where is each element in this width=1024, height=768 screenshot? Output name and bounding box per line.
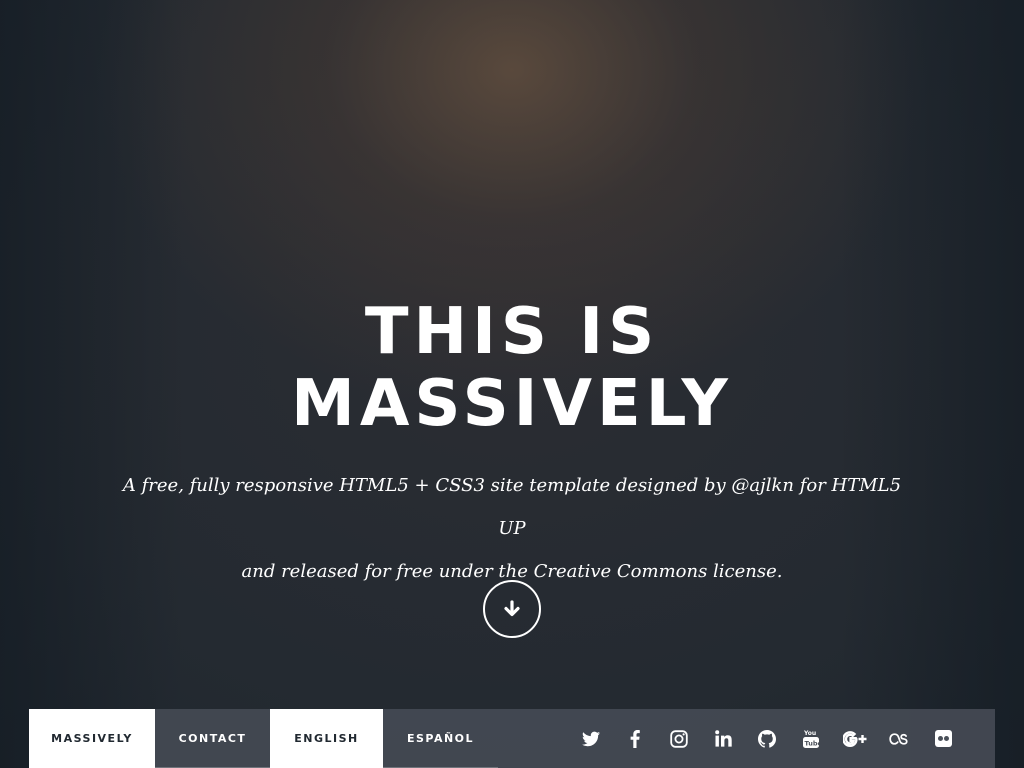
instagram-icon[interactable] <box>657 709 701 768</box>
youtube-icon[interactable]: You Tube <box>789 709 833 768</box>
lastfm-icon[interactable] <box>877 709 921 768</box>
svg-text:You: You <box>803 730 816 737</box>
arrow-down-icon <box>504 600 520 617</box>
twitter-icon[interactable] <box>569 709 613 768</box>
intro-subtitle: A free, fully responsive HTML5 + CSS3 si… <box>120 464 904 593</box>
title-line-2: MASSIVELY <box>291 367 733 441</box>
flickr-icon[interactable] <box>921 709 965 768</box>
nav-link-espanol[interactable]: Español <box>383 709 498 768</box>
github-icon[interactable] <box>745 709 789 768</box>
subtitle-line-2: and released for free under the Creative… <box>241 561 783 582</box>
nav-link-english[interactable]: English <box>270 709 383 768</box>
linkedin-icon[interactable] <box>701 709 745 768</box>
subtitle-line-1: A free, fully responsive HTML5 + CSS3 si… <box>122 475 902 539</box>
social-icons: You Tube <box>569 709 965 768</box>
svg-text:Tube: Tube <box>805 739 820 747</box>
intro-section: THIS IS MASSIVELY A free, fully responsi… <box>0 0 1024 709</box>
facebook-icon[interactable] <box>613 709 657 768</box>
nav-links: Massively Contact English Español <box>29 709 498 768</box>
google-plus-icon[interactable] <box>833 709 877 768</box>
page-title: THIS IS MASSIVELY <box>0 296 1024 440</box>
nav-link-contact[interactable]: Contact <box>155 709 270 768</box>
scroll-down-button[interactable] <box>483 580 541 638</box>
nav-link-massively[interactable]: Massively <box>29 709 155 768</box>
title-line-1: THIS IS <box>364 295 660 369</box>
main-nav: Massively Contact English Español <box>29 709 995 768</box>
